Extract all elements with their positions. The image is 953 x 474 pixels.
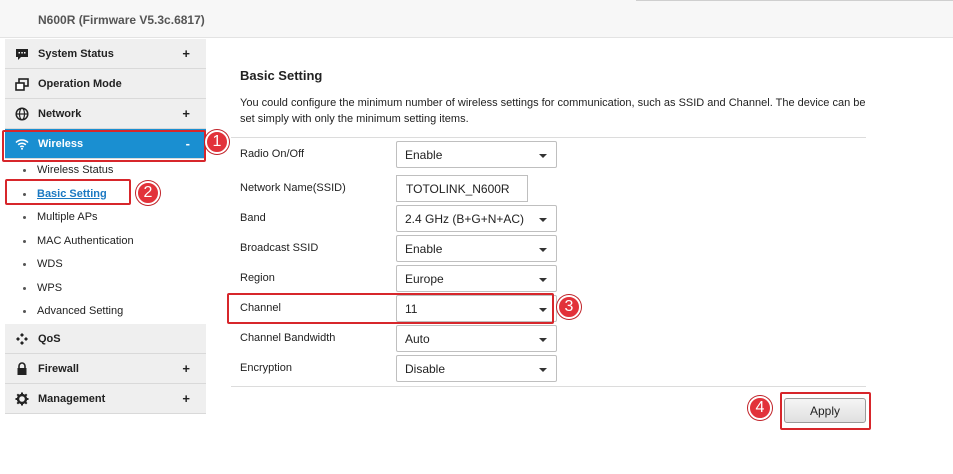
sidebar-item-label: Wireless Status: [37, 164, 114, 176]
select-value: Enable: [405, 242, 443, 256]
expand-icon[interactable]: +: [182, 46, 190, 61]
encryption-select[interactable]: Disable: [396, 355, 557, 382]
ssid-label: Network Name(SSID): [240, 182, 346, 194]
bullet-icon: [23, 169, 26, 172]
diamonds-icon: [15, 332, 29, 346]
divider: [231, 137, 866, 138]
ssid-input[interactable]: [397, 176, 527, 201]
chat-bubble-icon: [15, 47, 29, 61]
bullet-icon: [23, 216, 26, 219]
page-title: Basic Setting: [240, 68, 323, 83]
expand-icon[interactable]: +: [182, 106, 190, 121]
divider: [231, 386, 866, 387]
header-divider: [636, 0, 953, 1]
menu-operation-mode[interactable]: Operation Mode: [5, 69, 206, 99]
channel-bandwidth-select[interactable]: Auto: [396, 325, 557, 352]
step-badge-1: 1: [205, 130, 229, 154]
select-value: Enable: [405, 148, 443, 162]
select-value: 2.4 GHz (B+G+N+AC): [405, 212, 525, 226]
encryption-label: Encryption: [240, 362, 292, 374]
sidebar-item-advanced-setting[interactable]: Advanced Setting: [5, 300, 206, 324]
sidebar-item-label: WPS: [37, 281, 63, 294]
broadcast-ssid-select[interactable]: Enable: [396, 235, 557, 262]
menu-label: QoS: [38, 332, 61, 345]
bullet-icon: [23, 310, 26, 313]
sidebar-item-label: Advanced Setting: [37, 305, 124, 317]
lock-icon: [15, 361, 29, 376]
header-bar: N600R (Firmware V5.3c.6817): [0, 0, 953, 38]
chevron-down-icon: [539, 368, 547, 372]
chevron-down-icon: [539, 338, 547, 342]
menu-qos[interactable]: QoS: [5, 323, 206, 354]
highlight-wireless: [2, 130, 206, 162]
highlight-basic-setting: [5, 179, 131, 205]
step-badge-2: 2: [136, 181, 160, 205]
windows-icon: [15, 77, 29, 91]
channel-bandwidth-label: Channel Bandwidth: [240, 332, 336, 344]
sidebar-item-label: WDS: [37, 258, 63, 270]
expand-icon[interactable]: +: [182, 391, 190, 406]
menu-network[interactable]: Network +: [5, 99, 206, 129]
menu-label: System Status: [38, 48, 114, 60]
step-badge-3: 3: [557, 295, 581, 319]
page-description: You could configure the minimum number o…: [240, 97, 866, 125]
device-title: N600R (Firmware V5.3c.6817): [38, 13, 205, 27]
sidebar-item-label: Multiple APs: [37, 211, 98, 223]
region-label: Region: [240, 272, 275, 284]
menu-system-status[interactable]: System Status +: [5, 39, 206, 69]
gear-icon: [15, 392, 29, 406]
band-select[interactable]: 2.4 GHz (B+G+N+AC): [396, 205, 557, 232]
select-value: Disable: [405, 362, 446, 376]
chevron-down-icon: [539, 154, 547, 158]
broadcast-ssid-label: Broadcast SSID: [240, 242, 319, 254]
sidebar-item-label: MAC Authentication: [37, 234, 134, 247]
menu-firewall[interactable]: Firewall +: [5, 353, 206, 384]
radio-label: Radio On/Off: [240, 148, 304, 160]
expand-icon[interactable]: +: [182, 361, 190, 376]
sidebar-item-wds[interactable]: WDS: [5, 253, 206, 277]
chevron-down-icon: [539, 248, 547, 252]
step-badge-4: 4: [748, 396, 772, 420]
select-value: Europe: [405, 272, 444, 286]
chevron-down-icon: [539, 278, 547, 282]
band-label: Band: [240, 212, 266, 224]
bullet-icon: [23, 239, 26, 243]
sidebar-item-wps[interactable]: WPS: [5, 277, 206, 301]
globe-icon: [15, 107, 29, 121]
menu-label: Firewall: [38, 362, 79, 375]
ssid-field-box: [396, 175, 528, 202]
select-value: Auto: [405, 332, 430, 346]
sidebar: System Status + Operation Mode Network +…: [5, 39, 206, 414]
menu-label: Network: [38, 108, 82, 120]
highlight-channel: [227, 293, 554, 324]
menu-label: Operation Mode: [38, 78, 122, 90]
sidebar-item-multiple-aps[interactable]: Multiple APs: [5, 206, 206, 230]
sidebar-item-mac-authentication[interactable]: MAC Authentication: [5, 230, 206, 254]
bullet-icon: [23, 263, 26, 266]
highlight-apply: [780, 392, 871, 430]
bullet-icon: [23, 286, 26, 290]
chevron-down-icon: [539, 218, 547, 222]
menu-label: Management: [38, 392, 106, 405]
region-select[interactable]: Europe: [396, 265, 557, 292]
radio-select[interactable]: Enable: [396, 141, 557, 168]
menu-management[interactable]: Management +: [5, 383, 206, 414]
